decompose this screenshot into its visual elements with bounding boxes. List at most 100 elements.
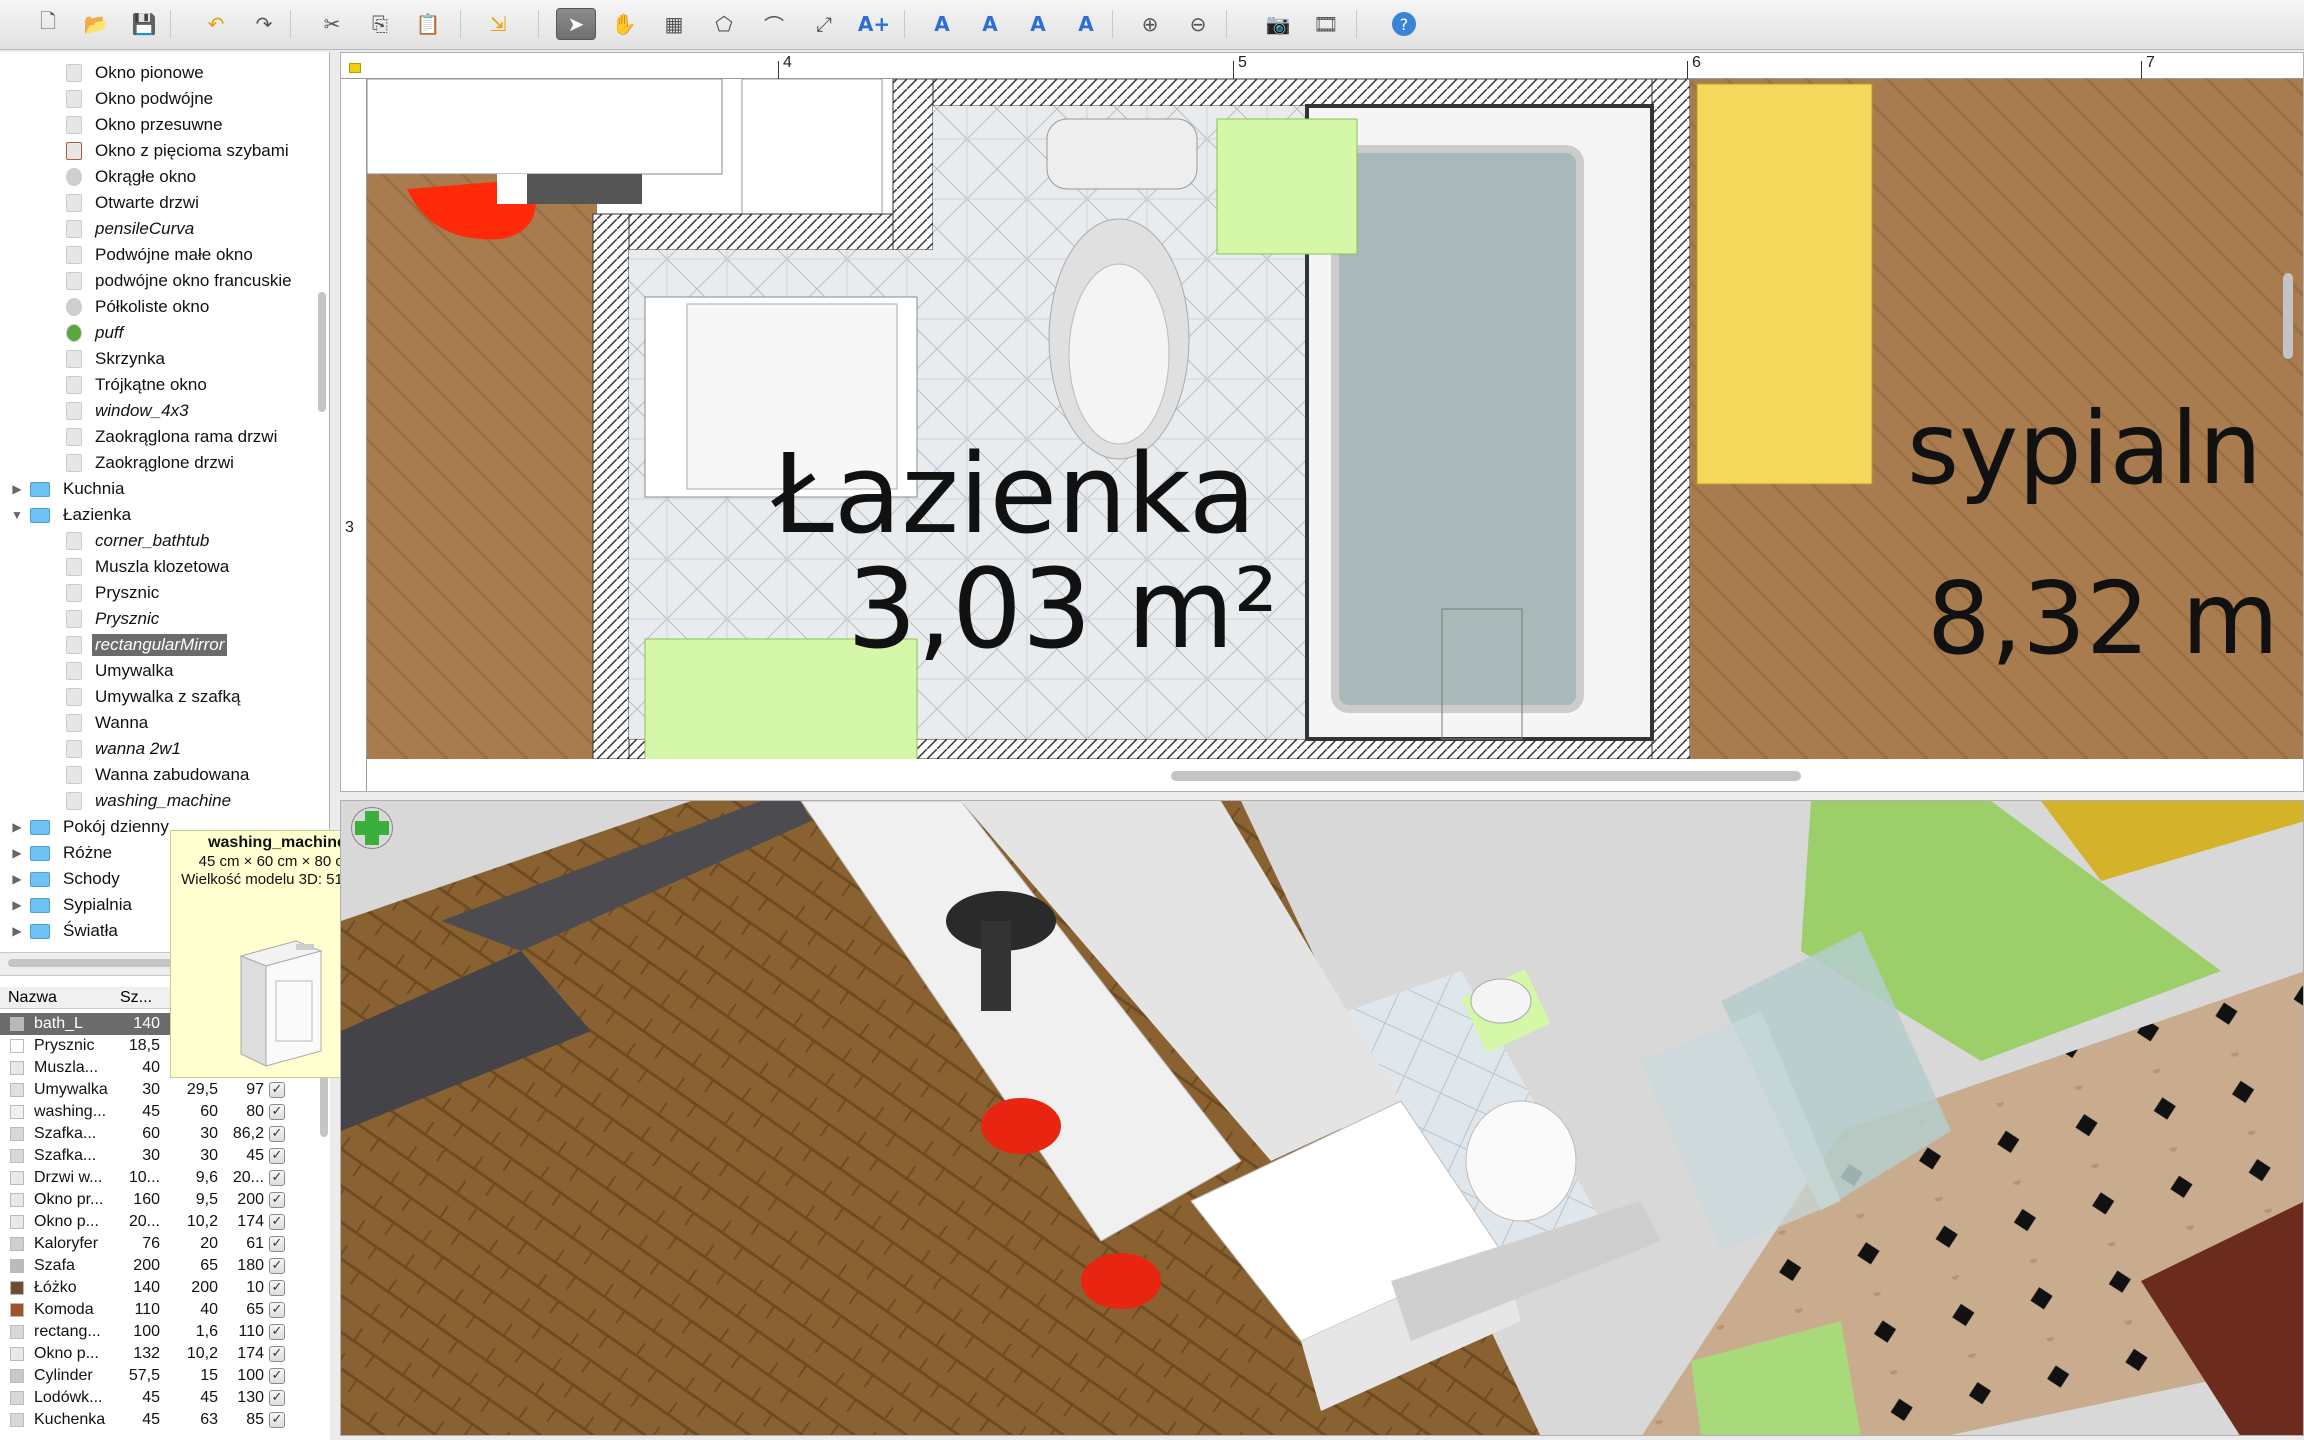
- expand-arrow-icon[interactable]: ▶: [10, 872, 24, 886]
- catalog-item[interactable]: pensileCurva: [0, 216, 310, 242]
- select-mode-button[interactable]: ➤: [556, 8, 596, 40]
- pan-mode-button[interactable]: ✋: [604, 8, 644, 40]
- visible-checkbox[interactable]: ✓: [269, 1390, 285, 1406]
- room-name-lazienka[interactable]: Łazienka: [772, 439, 1256, 549]
- visible-checkbox[interactable]: ✓: [269, 1104, 285, 1120]
- redo-button[interactable]: ↷: [244, 8, 284, 40]
- visible-checkbox[interactable]: ✓: [269, 1082, 285, 1098]
- visible-checkbox[interactable]: ✓: [269, 1170, 285, 1186]
- furniture-table-row[interactable]: Łóżko 140 200 10 ✓: [0, 1277, 310, 1299]
- catalog-scrollbar[interactable]: [318, 292, 326, 412]
- visible-checkbox[interactable]: ✓: [269, 1148, 285, 1164]
- expand-arrow-icon[interactable]: ▶: [10, 820, 24, 834]
- save-button[interactable]: 💾: [124, 8, 164, 40]
- furniture-table-row[interactable]: Drzwi w... 10... 9,6 20... ✓: [0, 1167, 310, 1189]
- open-button[interactable]: 📂: [76, 8, 116, 40]
- catalog-item[interactable]: Okno przesuwne: [0, 112, 310, 138]
- increase-text-size-button[interactable]: A: [922, 8, 962, 40]
- furniture-table-row[interactable]: Okno pr... 160 9,5 200 ✓: [0, 1189, 310, 1211]
- furniture-table-row[interactable]: Okno p... 132 10,2 174 ✓: [0, 1343, 310, 1365]
- furniture-table-row[interactable]: Cylinder 57,5 15 100 ✓: [0, 1365, 310, 1387]
- catalog-item[interactable]: Podwójne małe okno: [0, 242, 310, 268]
- furniture-table-row[interactable]: washing... 45 60 80 ✓: [0, 1101, 310, 1123]
- italic-text-button[interactable]: A: [1066, 8, 1106, 40]
- furniture-table-row[interactable]: Lodówk... 45 45 130 ✓: [0, 1387, 310, 1409]
- catalog-item[interactable]: corner_bathtub: [0, 528, 310, 554]
- furniture-table-row[interactable]: Komoda 110 40 65 ✓: [0, 1299, 310, 1321]
- catalog-item[interactable]: Zaokrąglona rama drzwi: [0, 424, 310, 450]
- visible-checkbox[interactable]: ✓: [269, 1368, 285, 1384]
- catalog-item[interactable]: rectangularMirror: [0, 632, 310, 658]
- navigation-arrows-icon[interactable]: [351, 807, 393, 849]
- room-area-lazienka[interactable]: 3,03 m²: [847, 554, 1278, 664]
- visible-checkbox[interactable]: ✓: [269, 1192, 285, 1208]
- catalog-item[interactable]: puff: [0, 320, 310, 346]
- column-width-header[interactable]: Sz...: [120, 989, 152, 1007]
- expand-arrow-icon[interactable]: ▶: [10, 482, 24, 496]
- undo-button[interactable]: ↶: [196, 8, 236, 40]
- 3d-view[interactable]: [340, 800, 2304, 1436]
- create-rooms-button[interactable]: ⬠: [704, 8, 744, 40]
- expand-arrow-icon[interactable]: ▶: [10, 898, 24, 912]
- visible-checkbox[interactable]: ✓: [269, 1236, 285, 1252]
- plan-vertical-scrollbar[interactable]: [2283, 273, 2293, 359]
- visible-checkbox[interactable]: ✓: [269, 1412, 285, 1428]
- paste-button[interactable]: 📋: [408, 8, 448, 40]
- room-name-sypialnia[interactable]: sypialn: [1907, 399, 2262, 499]
- bold-text-button[interactable]: A: [1018, 8, 1058, 40]
- visible-checkbox[interactable]: ✓: [269, 1258, 285, 1274]
- catalog-item[interactable]: Wanna: [0, 710, 310, 736]
- add-text-button[interactable]: A+: [854, 8, 894, 40]
- catalog-item[interactable]: Umywalka: [0, 658, 310, 684]
- furniture-table-row[interactable]: Okno p... 20... 10,2 174 ✓: [0, 1211, 310, 1233]
- visible-checkbox[interactable]: ✓: [269, 1126, 285, 1142]
- catalog-item[interactable]: Umywalka z szafką: [0, 684, 310, 710]
- create-video-button[interactable]: 🎞: [1306, 8, 1346, 40]
- expand-arrow-icon[interactable]: ▶: [10, 924, 24, 938]
- catalog-item[interactable]: Okno pionowe: [0, 60, 310, 86]
- zoom-out-button[interactable]: ⊖: [1178, 8, 1218, 40]
- catalog-item[interactable]: Półkoliste okno: [0, 294, 310, 320]
- furniture-table-row[interactable]: Kuchenka 45 63 85 ✓: [0, 1409, 310, 1431]
- decrease-text-size-button[interactable]: A: [970, 8, 1010, 40]
- add-furniture-button[interactable]: ⇲: [478, 8, 518, 40]
- furniture-table-row[interactable]: Umywalka 30 29,5 97 ✓: [0, 1079, 310, 1101]
- visible-checkbox[interactable]: ✓: [269, 1280, 285, 1296]
- catalog-item[interactable]: washing_machine: [0, 788, 310, 814]
- new-home-button[interactable]: 🗋: [28, 8, 68, 40]
- visible-checkbox[interactable]: ✓: [269, 1324, 285, 1340]
- furniture-table-row[interactable]: Szafka... 30 30 45 ✓: [0, 1145, 310, 1167]
- catalog-item[interactable]: Prysznic: [0, 606, 310, 632]
- create-dimensions-button[interactable]: ⤢: [804, 8, 844, 40]
- furniture-table-row[interactable]: rectang... 100 1,6 110 ✓: [0, 1321, 310, 1343]
- catalog-item[interactable]: Zaokrąglone drzwi: [0, 450, 310, 476]
- catalog-item[interactable]: Okrągłe okno: [0, 164, 310, 190]
- catalog-item[interactable]: wanna 2w1: [0, 736, 310, 762]
- create-polylines-button[interactable]: ⌒: [754, 8, 794, 40]
- plan-canvas[interactable]: Łazienka 3,03 m² sypialn 8,32 m: [367, 79, 2303, 759]
- plan-horizontal-scrollbar[interactable]: [1171, 771, 1801, 781]
- help-button[interactable]: ?: [1384, 8, 1424, 40]
- catalog-category[interactable]: ▼ Łazienka: [0, 502, 310, 528]
- catalog-item[interactable]: Okno z pięcioma szybami: [0, 138, 310, 164]
- visible-checkbox[interactable]: ✓: [269, 1346, 285, 1362]
- furniture-table-row[interactable]: Kaloryfer 76 20 61 ✓: [0, 1233, 310, 1255]
- catalog-item[interactable]: podwójne okno francuskie: [0, 268, 310, 294]
- expand-arrow-icon[interactable]: ▶: [10, 846, 24, 860]
- catalog-item[interactable]: Okno podwójne: [0, 86, 310, 112]
- visible-checkbox[interactable]: ✓: [269, 1302, 285, 1318]
- create-walls-button[interactable]: ▦: [654, 8, 694, 40]
- cut-button[interactable]: ✂: [312, 8, 352, 40]
- collapse-arrow-icon[interactable]: ▼: [10, 508, 24, 522]
- furniture-table-row[interactable]: Szafa 200 65 180 ✓: [0, 1255, 310, 1277]
- room-area-sypialnia[interactable]: 8,32 m: [1927, 569, 2279, 669]
- zoom-in-button[interactable]: ⊕: [1130, 8, 1170, 40]
- column-name-header[interactable]: Nazwa: [8, 989, 57, 1007]
- plan-view[interactable]: 4 5 6 7 3 Łazienka 3,03 m² sypialn 8,32 …: [340, 52, 2304, 792]
- create-photo-button[interactable]: 📷: [1258, 8, 1298, 40]
- catalog-item[interactable]: Skrzynka: [0, 346, 310, 372]
- copy-button[interactable]: ⎘: [360, 8, 400, 40]
- catalog-item[interactable]: Trójkątne okno: [0, 372, 310, 398]
- furniture-table-row[interactable]: Szafka... 60 30 86,2 ✓: [0, 1123, 310, 1145]
- catalog-item[interactable]: window_4x3: [0, 398, 310, 424]
